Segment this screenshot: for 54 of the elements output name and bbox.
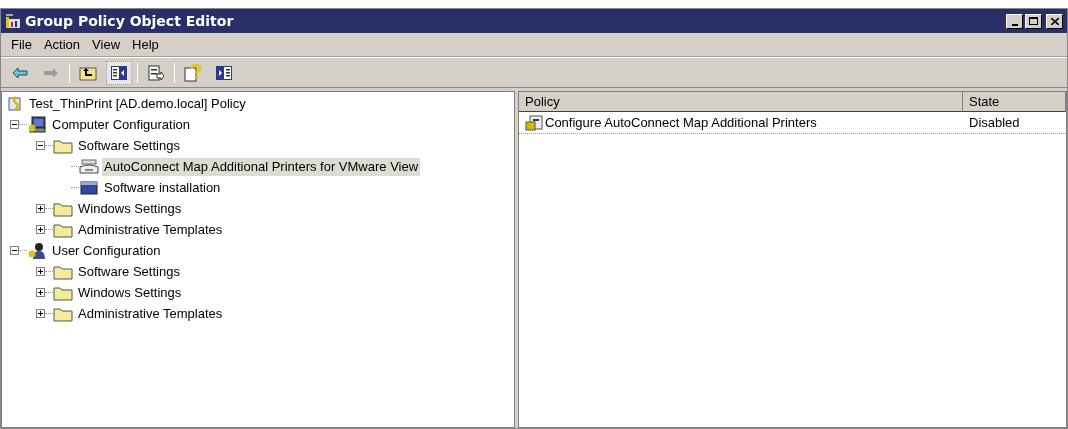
tree-item[interactable]: Computer Configuration xyxy=(50,115,193,134)
policy-setting-icon xyxy=(525,114,543,131)
tree-item[interactable]: Software Settings xyxy=(76,136,182,155)
tree-item[interactable]: Administrative Templates xyxy=(76,220,225,239)
export-list-icon xyxy=(148,64,164,81)
expander[interactable] xyxy=(36,288,45,297)
folder-icon xyxy=(53,284,73,301)
list-row[interactable]: Configure AutoConnect Map Additional Printers Disabled xyxy=(519,112,1066,134)
tree-item[interactable]: Test_ThinPrint [AD.demo.local] Policy xyxy=(27,94,248,113)
tree-item[interactable]: Administrative Templates xyxy=(76,304,225,323)
expander[interactable] xyxy=(36,309,45,318)
menu-item[interactable]: View xyxy=(88,34,125,55)
close-icon xyxy=(1050,17,1059,25)
minimize-button[interactable] xyxy=(1006,13,1023,29)
toolbar-button[interactable] xyxy=(106,60,132,85)
tree-item[interactable]: User Configuration xyxy=(50,241,163,260)
menu-item[interactable]: Action xyxy=(39,34,85,55)
column-header[interactable]: Policy xyxy=(519,92,963,112)
action-pane-icon xyxy=(216,65,232,80)
scroll-icon xyxy=(6,94,24,113)
app-icon xyxy=(5,13,21,29)
column-header[interactable]: State xyxy=(963,92,1066,112)
help-icon xyxy=(184,63,202,82)
expander[interactable] xyxy=(36,204,45,213)
policy-state: Disabled xyxy=(968,113,1020,132)
forward-arrow-icon xyxy=(43,66,59,79)
user-icon xyxy=(27,241,47,260)
tree-item[interactable]: AutoConnect Map Additional Printers for VMware View xyxy=(102,157,421,176)
expander[interactable] xyxy=(36,141,45,150)
printer-icon xyxy=(79,158,99,175)
tree-item[interactable]: Software installation xyxy=(102,178,223,197)
window-title: Group Policy Object Editor xyxy=(25,11,234,31)
computer-icon xyxy=(27,115,47,134)
maximize-button[interactable] xyxy=(1025,13,1042,29)
expander[interactable] xyxy=(36,267,45,276)
folder-up-icon xyxy=(79,64,97,81)
tree-item[interactable]: Windows Settings xyxy=(76,283,184,302)
folder-icon xyxy=(53,221,73,238)
folder-icon xyxy=(53,200,73,217)
expander[interactable] xyxy=(36,225,45,234)
install-box-icon xyxy=(79,179,99,196)
folder-icon xyxy=(53,137,73,154)
folder-icon xyxy=(53,305,73,322)
expander[interactable] xyxy=(10,120,19,129)
back-arrow-icon xyxy=(12,66,28,79)
expander[interactable] xyxy=(10,246,19,255)
folder-icon xyxy=(53,263,73,280)
menu-item[interactable]: File xyxy=(7,34,36,55)
tree-item[interactable]: Software Settings xyxy=(76,262,182,281)
menu-item[interactable]: Help xyxy=(128,34,163,55)
policy-name: Configure AutoConnect Map Additional Printers xyxy=(545,113,817,132)
tree-item[interactable]: Windows Settings xyxy=(76,199,184,218)
tree-pane-icon xyxy=(111,65,127,80)
close-button[interactable] xyxy=(1046,13,1063,29)
